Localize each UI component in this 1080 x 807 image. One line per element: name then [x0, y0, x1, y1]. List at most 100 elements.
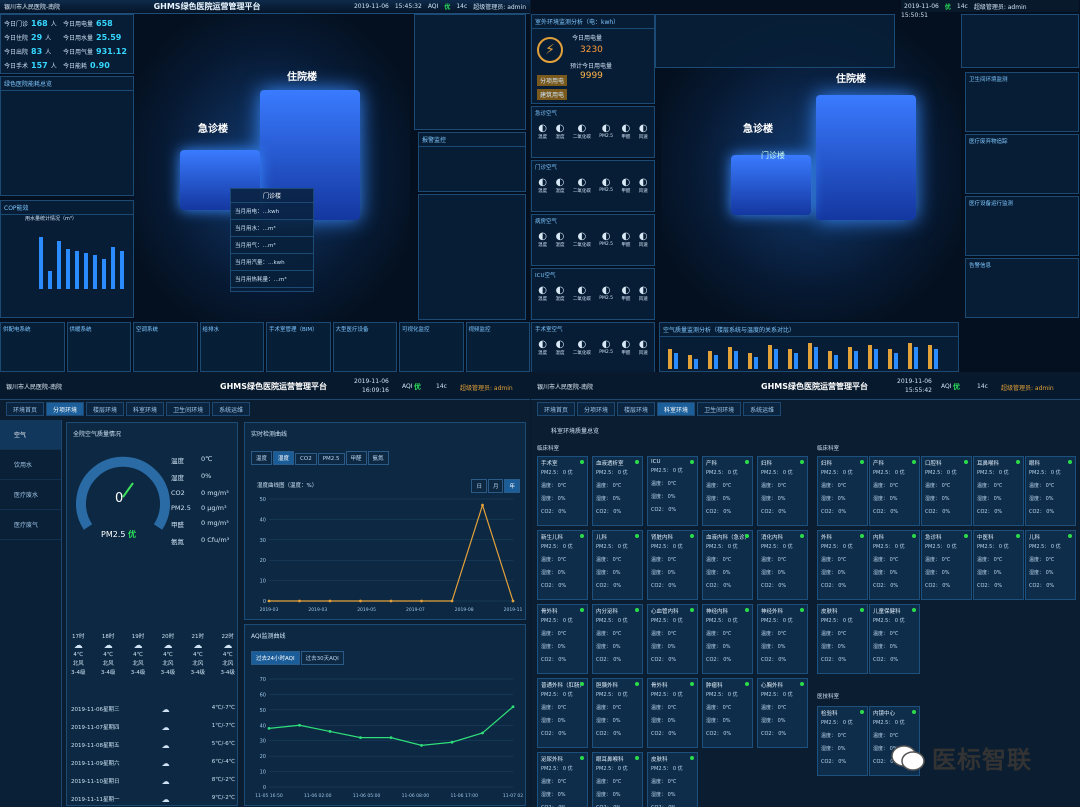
bottom-panel[interactable]: 供暖系统	[66, 322, 131, 372]
user-name[interactable]: 超级管理员: admin	[1001, 383, 1054, 392]
department-card[interactable]: 心血管内科 PM2.5： 0 优温度： 0℃ 湿度： 0% CO2： 0%	[647, 604, 698, 674]
tab-2[interactable]: 楼层环境	[86, 402, 125, 416]
header-date: 2019-11-06	[897, 378, 932, 385]
building-power-button[interactable]: 建筑用电	[537, 89, 568, 100]
chart-button[interactable]: 氨氮	[367, 451, 389, 465]
bottom-panel[interactable]: 可视化监控	[399, 322, 464, 372]
department-card[interactable]: 产科 PM2.5： 0 优温度： 0℃ 湿度： 0% CO2： 0%	[702, 456, 753, 526]
emergency-building[interactable]	[731, 155, 811, 215]
bottom-panel[interactable]: 空调系统	[133, 322, 198, 372]
chart-button[interactable]: 甲醛	[345, 451, 367, 465]
department-card[interactable]: 眼科 PM2.5： 0 优温度： 0℃ 湿度： 0% CO2： 0%	[1025, 456, 1076, 526]
department-card[interactable]: 儿科 PM2.5： 0 优温度： 0℃ 湿度： 0% CO2： 0%	[1025, 530, 1076, 600]
department-card[interactable]: 外科 PM2.5： 0 优温度： 0℃ 湿度： 0% CO2： 0%	[817, 530, 868, 600]
chart-button[interactable]: 月	[487, 479, 504, 493]
user-name[interactable]: 超级管理员: admin	[473, 2, 526, 11]
department-card[interactable]: 骨外科 PM2.5： 0 优温度： 0℃ 湿度： 0% CO2： 0%	[647, 678, 698, 748]
tab-3[interactable]: 科室环境	[657, 402, 696, 416]
chart-button[interactable]: 过去24小时AQI	[251, 651, 300, 665]
department-card[interactable]: 眼耳鼻喉科 PM2.5： 0 优温度： 0℃ 湿度： 0% CO2： 0%	[592, 752, 643, 807]
sidebar-item[interactable]: 医疗废气	[0, 510, 61, 540]
department-card[interactable]: 神经内科 PM2.5： 0 优温度： 0℃ 湿度： 0% CO2： 0%	[702, 604, 753, 674]
camera-panel[interactable]	[961, 14, 1079, 68]
department-reading: CO2： 0%	[1029, 509, 1055, 515]
x-tick-label: 2019-11	[504, 607, 523, 613]
department-card[interactable]: 肾脏内科 PM2.5： 0 优温度： 0℃ 湿度： 0% CO2： 0%	[647, 530, 698, 600]
chart-button[interactable]: 过去30天AQI	[300, 651, 344, 665]
department-reading: 温度： 0℃	[925, 557, 951, 563]
department-card[interactable]: 胆胰外科 PM2.5： 0 优温度： 0℃ 湿度： 0% CO2： 0%	[592, 678, 643, 748]
bottom-panel[interactable]: 视频监控	[465, 322, 530, 372]
department-reading: PM2.5： 0 优	[651, 766, 683, 772]
department-card[interactable]: 普通外科（肛肠） PM2.5： 0 优温度： 0℃ 湿度： 0% CO2： 0%	[537, 678, 588, 748]
stat-label: 今日用气量	[63, 49, 94, 56]
wechat-icon	[891, 744, 925, 771]
sidebar-item[interactable]: 医疗废水	[0, 480, 61, 510]
department-card[interactable]: 皮肤科 PM2.5： 0 优温度： 0℃ 湿度： 0% CO2： 0%	[817, 604, 868, 674]
department-card[interactable]: 肿瘤科 PM2.5： 0 优温度： 0℃ 湿度： 0% CO2： 0%	[702, 678, 753, 748]
chart-button[interactable]: 日	[471, 479, 487, 493]
temperature: 14c	[436, 383, 447, 390]
department-card[interactable]: 妇科 PM2.5： 0 优温度： 0℃ 湿度： 0% CO2： 0%	[757, 456, 808, 526]
department-card[interactable]: 产科 PM2.5： 0 优温度： 0℃ 湿度： 0% CO2： 0%	[869, 456, 920, 526]
droplet-icon: ◐	[638, 177, 648, 188]
department-card[interactable]: 儿科 PM2.5： 0 优温度： 0℃ 湿度： 0% CO2： 0%	[592, 530, 643, 600]
department-card[interactable]: 检验科 PM2.5： 0 优温度： 0℃ 湿度： 0% CO2： 0%	[817, 706, 868, 776]
chart-button[interactable]: CO2	[295, 453, 317, 465]
air-icon-cell: ◐ 风速	[639, 285, 648, 302]
department-card[interactable]: 骨外科 PM2.5： 0 优温度： 0℃ 湿度： 0% CO2： 0%	[537, 604, 588, 674]
sidebar-item[interactable]: 空气	[0, 420, 61, 450]
department-reading: CO2： 0%	[873, 509, 899, 515]
department-card[interactable]: 心胸外科 PM2.5： 0 优温度： 0℃ 湿度： 0% CO2： 0%	[757, 678, 808, 748]
y-tick-label: 20	[260, 558, 266, 564]
department-card[interactable]: 手术室 PM2.5： 0 优温度： 0℃ 湿度： 0% CO2： 0%	[537, 456, 588, 526]
reading-value: 0 mg/m³	[201, 519, 229, 527]
bottom-panel[interactable]: 供配电系统	[0, 322, 65, 372]
bottom-panel[interactable]: 手术室管理（BIM）	[266, 322, 331, 372]
air-label: 二氧化碳	[572, 243, 591, 248]
tab-4[interactable]: 卫生间环境	[697, 402, 742, 416]
bottom-bar	[828, 351, 832, 369]
tab-0[interactable]: 环境首页	[537, 402, 576, 416]
tab-0[interactable]: 环境首页	[6, 402, 45, 416]
chart-button[interactable]: 湿度	[273, 451, 295, 465]
inpatient-building[interactable]	[816, 95, 916, 220]
department-card[interactable]: 血液透析室 PM2.5： 0 优温度： 0℃ 湿度： 0% CO2： 0%	[592, 456, 643, 526]
tab-3[interactable]: 科室环境	[126, 402, 165, 416]
department-card[interactable]: 儿童保健科 PM2.5： 0 优温度： 0℃ 湿度： 0% CO2： 0%	[869, 604, 920, 674]
stat-row: 今日出院 83 人	[4, 47, 51, 56]
outpatient-popup[interactable]: 门诊楼 当月用电：…kwh 当月用水：…m³ 当月用气：…m³ 当月用汽量：…kwh 当…	[230, 188, 314, 292]
department-card[interactable]: 消化内科 PM2.5： 0 优温度： 0℃ 湿度： 0% CO2： 0%	[757, 530, 808, 600]
department-reading: 湿度： 0%	[761, 570, 786, 576]
chart-button[interactable]: 年	[504, 479, 520, 493]
tab-4[interactable]: 卫生间环境	[166, 402, 211, 416]
department-card[interactable]: 新生儿科 PM2.5： 0 优温度： 0℃ 湿度： 0% CO2： 0%	[537, 530, 588, 600]
department-card[interactable]: 神经外科 PM2.5： 0 优温度： 0℃ 湿度： 0% CO2： 0%	[757, 604, 808, 674]
tab-2[interactable]: 楼层环境	[617, 402, 656, 416]
department-card[interactable]: 耳鼻喉科 PM2.5： 0 优温度： 0℃ 湿度： 0% CO2： 0%	[973, 456, 1024, 526]
sub-power-button[interactable]: 分项用电	[537, 75, 568, 86]
bottom-panel-title: 供暖系统	[69, 327, 92, 333]
right-panel-title: 医疗设备运行监测	[969, 201, 1014, 207]
department-card[interactable]: 内分泌科 PM2.5： 0 优温度： 0℃ 湿度： 0% CO2： 0%	[592, 604, 643, 674]
tab-5[interactable]: 系统运维	[743, 402, 782, 416]
sidebar-item[interactable]: 饮用水	[0, 450, 61, 480]
department-card[interactable]: 泌尿外科 PM2.5： 0 优温度： 0℃ 湿度： 0% CO2： 0%	[537, 752, 588, 807]
department-card[interactable]: 中医科 PM2.5： 0 优温度： 0℃ 湿度： 0% CO2： 0%	[973, 530, 1024, 600]
user-name[interactable]: 超级管理员: admin	[974, 2, 1027, 11]
tab-1[interactable]: 分项环境	[577, 402, 616, 416]
department-card[interactable]: 皮肤科 PM2.5： 0 优温度： 0℃ 湿度： 0% CO2： 0%	[647, 752, 698, 807]
department-card[interactable]: 急诊科 PM2.5： 0 优温度： 0℃ 湿度： 0% CO2： 0%	[921, 530, 972, 600]
bottom-panel[interactable]: 大型医疗设备	[332, 322, 397, 372]
chart-button[interactable]: PM2.5	[317, 453, 345, 465]
department-card[interactable]: 口腔科 PM2.5： 0 优温度： 0℃ 湿度： 0% CO2： 0%	[921, 456, 972, 526]
department-card[interactable]: 妇科 PM2.5： 0 优温度： 0℃ 湿度： 0% CO2： 0%	[817, 456, 868, 526]
tab-1[interactable]: 分项环境	[46, 402, 85, 416]
department-card[interactable]: 血液内科（急诊） PM2.5： 0 优温度： 0℃ 湿度： 0% CO2： 0%	[702, 530, 753, 600]
user-name[interactable]: 超级管理员: admin	[460, 383, 513, 392]
tab-5[interactable]: 系统运维	[212, 402, 251, 416]
department-card[interactable]: ICU PM2.5： 0 优温度： 0℃ 湿度： 0% CO2： 0%	[647, 456, 698, 526]
bottom-panel[interactable]: 给排水	[199, 322, 264, 372]
department-card[interactable]: 内科 PM2.5： 0 优温度： 0℃ 湿度： 0% CO2： 0%	[869, 530, 920, 600]
chart-button[interactable]: 温度	[251, 451, 273, 465]
